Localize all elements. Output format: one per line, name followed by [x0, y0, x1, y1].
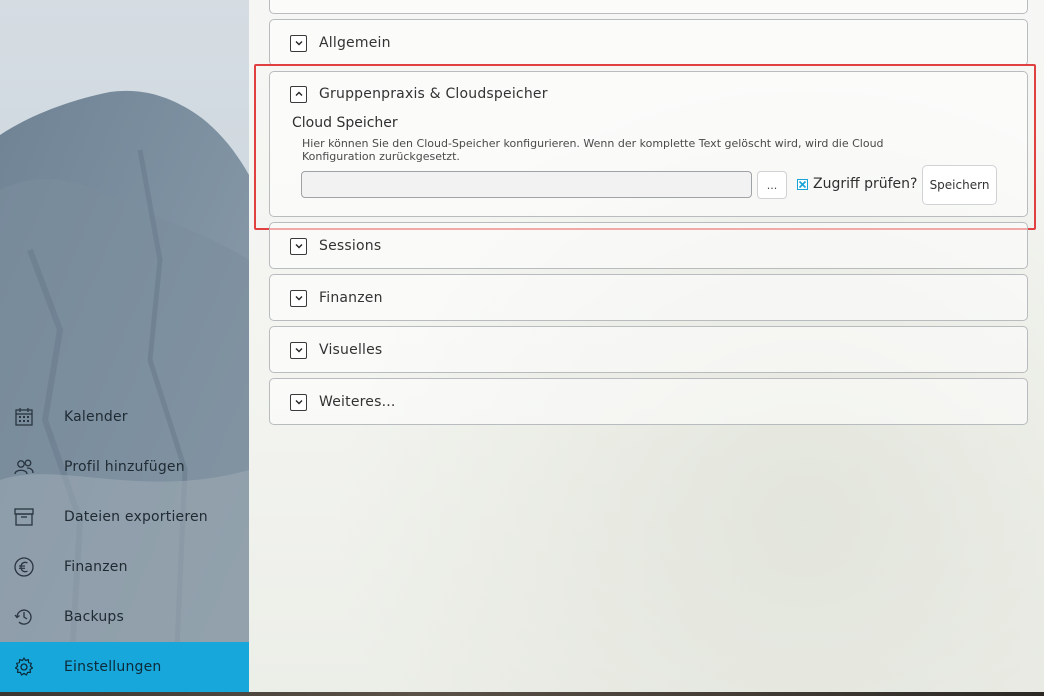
accordion-header[interactable]: Allgemein	[270, 20, 1027, 66]
gear-icon	[0, 656, 64, 678]
sidebar-menu: Kalender Profil hinzufügen Dateien expor…	[0, 392, 249, 692]
accordion-header[interactable]: Sessions	[270, 223, 1027, 269]
sidebar-item-label: Profil hinzufügen	[64, 459, 185, 475]
accordion-item-partial	[269, 0, 1028, 14]
highlight-box	[254, 64, 1036, 230]
chevron-down-icon[interactable]	[290, 237, 307, 255]
sidebar-item-label: Kalender	[64, 409, 128, 425]
chevron-down-icon[interactable]	[290, 341, 307, 359]
accordion-header[interactable]: Weiteres...	[270, 379, 1027, 425]
sidebar-item-kalender[interactable]: Kalender	[0, 392, 249, 442]
accordion-visuelles[interactable]: Visuelles	[269, 326, 1028, 373]
history-icon	[0, 606, 64, 628]
bottom-strip	[0, 692, 1044, 696]
sidebar-item-dateien-exportieren[interactable]: Dateien exportieren	[0, 492, 249, 542]
sidebar-item-label: Finanzen	[64, 559, 128, 575]
euro-icon	[0, 556, 64, 578]
sidebar: Kalender Profil hinzufügen Dateien expor…	[0, 0, 249, 692]
sidebar-item-einstellungen[interactable]: Einstellungen	[0, 642, 249, 692]
sidebar-item-profil-hinzufuegen[interactable]: Profil hinzufügen	[0, 442, 249, 492]
accordion-weiteres[interactable]: Weiteres...	[269, 378, 1028, 425]
users-icon	[0, 456, 64, 478]
calendar-icon	[0, 406, 64, 428]
accordion-title: Visuelles	[319, 342, 383, 358]
accordion-sessions[interactable]: Sessions	[269, 222, 1028, 269]
chevron-down-icon[interactable]	[290, 393, 307, 411]
sidebar-item-label: Einstellungen	[64, 659, 162, 675]
accordion-header[interactable]: Visuelles	[270, 327, 1027, 373]
sidebar-item-label: Dateien exportieren	[64, 509, 208, 525]
accordion-title: Sessions	[319, 238, 382, 254]
chevron-down-icon[interactable]	[290, 34, 307, 52]
accordion-title: Allgemein	[319, 35, 391, 51]
accordion-header[interactable]: Finanzen	[270, 275, 1027, 321]
accordion-title: Finanzen	[319, 290, 383, 306]
accordion-finanzen[interactable]: Finanzen	[269, 274, 1028, 321]
archive-icon	[0, 506, 64, 528]
sidebar-item-finanzen[interactable]: Finanzen	[0, 542, 249, 592]
sidebar-item-backups[interactable]: Backups	[0, 592, 249, 642]
accordion-title: Weiteres...	[319, 394, 396, 410]
accordion-allgemein[interactable]: Allgemein	[269, 19, 1028, 66]
chevron-down-icon[interactable]	[290, 289, 307, 307]
sidebar-item-label: Backups	[64, 609, 125, 625]
